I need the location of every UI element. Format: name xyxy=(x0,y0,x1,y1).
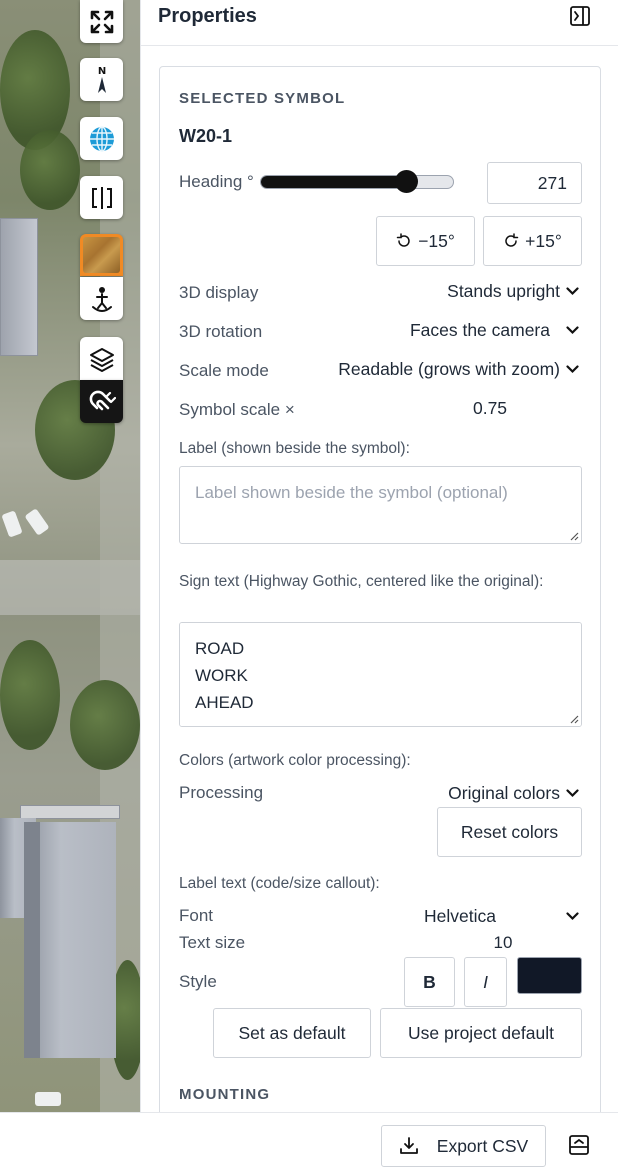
layers-button[interactable] xyxy=(80,337,123,380)
chevron-down-icon xyxy=(566,287,579,296)
use-project-default-button[interactable]: Use project default xyxy=(380,1008,582,1058)
street-view-button[interactable] xyxy=(80,277,123,320)
resize-grip-icon xyxy=(570,715,579,724)
rotate-cw-icon xyxy=(505,233,519,247)
heading-slider-fill xyxy=(261,176,406,188)
display-3d-value: Stands upright xyxy=(447,281,560,301)
heading-label: Heading ° xyxy=(179,172,254,191)
display-3d-label: 3D display xyxy=(179,283,259,302)
symbol-code: W20-1 xyxy=(179,126,233,146)
reset-colors-button[interactable]: Reset colors xyxy=(437,807,582,857)
footer-bar: Export CSV xyxy=(0,1112,618,1170)
text-color-swatch[interactable] xyxy=(517,957,582,994)
scale-mode-select[interactable]: Readable (grows with zoom) xyxy=(300,359,579,380)
compass-button[interactable]: N xyxy=(80,58,123,101)
collapse-panel-icon xyxy=(570,6,590,26)
map-view[interactable]: N xyxy=(0,0,140,1112)
basemap-imagery-button[interactable] xyxy=(80,234,123,276)
expand-panel-icon xyxy=(569,1135,589,1155)
processing-value: Original colors xyxy=(448,783,560,803)
label-field-caption: Label (shown beside the symbol): xyxy=(179,440,410,457)
symbol-scale-value[interactable]: 0.75 xyxy=(460,398,520,419)
snap-magnet-icon xyxy=(89,390,116,410)
mounting-heading: MOUNTING xyxy=(179,1086,271,1103)
snap-button[interactable] xyxy=(80,380,123,423)
symbol-scale-label: Symbol scale × xyxy=(179,400,295,419)
set-as-default-button[interactable]: Set as default xyxy=(213,1008,371,1058)
selected-symbol-card: SELECTED SYMBOL W20-1 Heading ° −15° +15… xyxy=(159,66,601,1126)
collapse-panel-button[interactable] xyxy=(569,5,591,27)
processing-label: Processing xyxy=(179,783,264,802)
label-textarea[interactable] xyxy=(179,466,582,544)
rotate-plus-15-button[interactable]: +15° xyxy=(483,216,582,266)
label-text-caption: Label text (code/size callout): xyxy=(179,875,380,892)
colors-caption: Colors (artwork color processing): xyxy=(179,752,411,769)
expand-panel-button[interactable] xyxy=(568,1134,590,1156)
basemap-imagery-swatch xyxy=(83,237,120,273)
scale-mode-value: Readable (grows with zoom) xyxy=(338,359,560,379)
panel-title: Properties xyxy=(158,5,257,27)
panel-header: Properties xyxy=(141,0,618,46)
compass-north-icon: N xyxy=(97,66,106,93)
chevron-down-icon xyxy=(566,365,579,374)
style-label: Style xyxy=(179,972,217,991)
label-field-wrap xyxy=(179,466,582,544)
svg-text:N: N xyxy=(97,66,105,77)
globe-icon xyxy=(89,125,114,152)
download-icon xyxy=(399,1137,418,1154)
font-select[interactable]: Helvetica xyxy=(410,906,579,927)
resize-grip-icon xyxy=(570,532,579,541)
heading-input[interactable] xyxy=(487,162,582,204)
text-size-label: Text size xyxy=(179,933,246,952)
scale-mode-label: Scale mode xyxy=(179,361,269,380)
layers-icon xyxy=(89,347,114,372)
processing-select[interactable]: Original colors xyxy=(380,783,579,804)
rotation-3d-select[interactable]: Faces the camera xyxy=(360,320,579,341)
split-view-icon xyxy=(91,186,112,209)
chevron-down-icon xyxy=(566,326,579,335)
rotation-3d-value: Faces the camera xyxy=(409,320,550,340)
text-size-value[interactable]: 10 xyxy=(478,933,528,953)
street-view-person-icon xyxy=(91,286,112,312)
rotation-3d-label: 3D rotation xyxy=(179,322,263,341)
fullscreen-icon xyxy=(90,10,113,33)
bold-button[interactable]: B xyxy=(404,957,455,1007)
sign-text-caption: Sign text (Highway Gothic, centered like… xyxy=(179,573,544,590)
sign-text-wrap xyxy=(179,622,582,727)
heading-slider-track[interactable] xyxy=(260,175,454,189)
split-view-button[interactable] xyxy=(80,176,123,219)
properties-panel: Properties SELECTED SYMBOL W20-1 Heading… xyxy=(140,0,618,1126)
export-csv-button[interactable]: Export CSV xyxy=(381,1125,546,1167)
display-3d-select[interactable]: Stands upright xyxy=(360,281,579,302)
chevron-down-icon xyxy=(566,912,579,921)
globe-button[interactable] xyxy=(80,117,123,160)
chevron-down-icon xyxy=(566,789,579,798)
italic-button[interactable]: I xyxy=(464,957,507,1007)
heading-slider-thumb[interactable] xyxy=(394,170,418,193)
export-csv-label: Export CSV xyxy=(436,1135,529,1156)
font-value: Helvetica xyxy=(424,906,496,926)
sign-text-textarea[interactable] xyxy=(179,622,582,727)
font-label: Font xyxy=(179,906,214,925)
rotate-minus-15-button[interactable]: −15° xyxy=(376,216,475,266)
rotate-plus-label: +15° xyxy=(525,230,562,251)
rotate-minus-label: −15° xyxy=(418,230,455,251)
rotate-ccw-icon xyxy=(396,233,410,247)
fullscreen-button[interactable] xyxy=(80,0,123,43)
selected-symbol-heading: SELECTED SYMBOL xyxy=(179,90,346,107)
